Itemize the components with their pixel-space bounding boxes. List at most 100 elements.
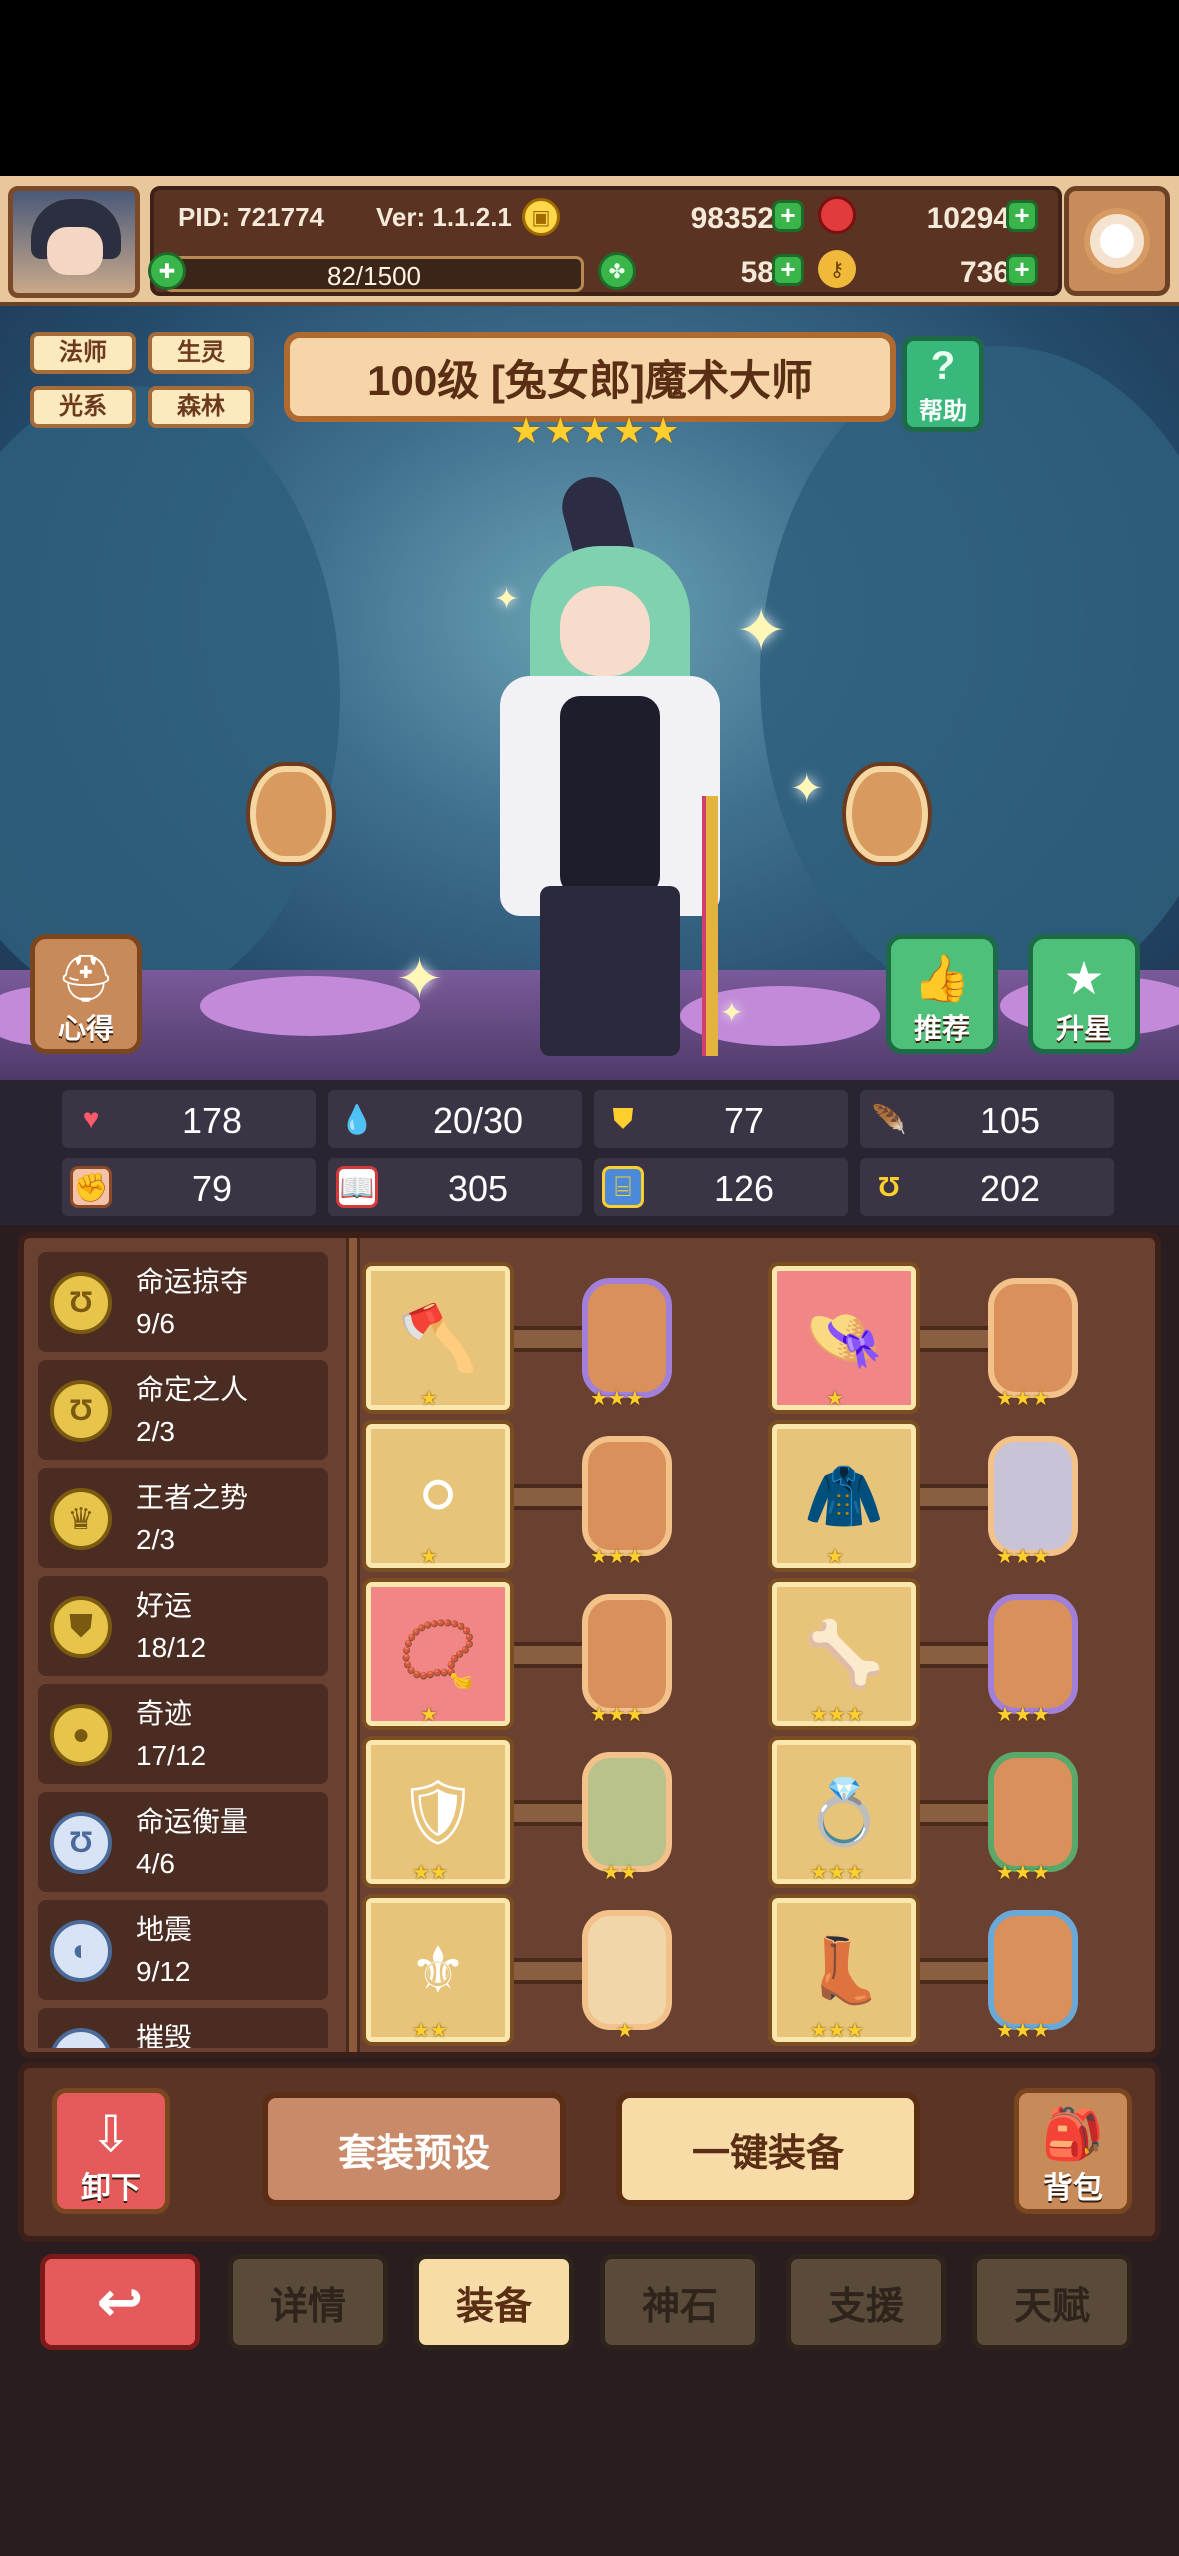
equip-slot-hat[interactable]: 👒 [772,1266,916,1410]
equip-slot-weapon[interactable]: 🪓 [366,1266,510,1410]
hero-character-sprite [470,470,750,1056]
slot-connector [920,1800,990,1826]
exp-text: 82/1500 [327,261,421,291]
help-button[interactable]: ? 帮助 [902,336,984,432]
set-item[interactable]: ♛ 王者之势 2/3 [38,1468,328,1568]
gold-amount: 98352 [690,202,774,235]
tab-equipment[interactable]: 装备 [414,2254,574,2350]
equip-slot-offhand[interactable]: ⚪ [366,1424,510,1568]
set-item[interactable]: Ʊ 命运衡量 4/6 [38,1792,328,1892]
key-icon: ⚷ [818,250,856,288]
star-icon: ★ [612,410,646,451]
set-item[interactable]: ● 奇迹 17/12 [38,1684,328,1784]
helmet-icon: ⛑ [56,952,116,1004]
bracer-icon: 🦴 [804,1617,884,1690]
set-name: 命定之人 [136,1374,249,1405]
tab-talent[interactable]: 天赋 [972,2254,1132,2350]
set-item[interactable]: ◆ 摧毁 [38,2008,328,2048]
stat-value: 77 [723,1100,765,1141]
set-item[interactable]: ◐ 地震 9/12 [38,1900,328,2000]
set-name: 摧毁 [136,2022,193,2048]
gem-slot[interactable] [988,1278,1078,1398]
add-clover-button[interactable]: + [772,254,804,286]
back-button[interactable]: ↩ [40,2254,200,2350]
boots-icon: 👢 [804,1933,884,2006]
add-gold-button[interactable]: + [772,200,804,232]
set-name: 好运 [136,1590,193,1621]
notes-button[interactable]: ⛑ 心得 [30,934,142,1054]
tab-details[interactable]: 详情 [228,2254,388,2350]
stat-value: 79 [191,1168,233,1209]
set-item[interactable]: ⛊ 好运 18/12 [38,1576,328,1676]
player-avatar[interactable] [8,186,140,298]
item-stars: ★ [420,1546,438,1568]
gem-slot[interactable] [988,1436,1078,1556]
gem-stars: ★★★ [996,1862,1050,1884]
add-ruby-button[interactable]: + [1006,200,1038,232]
right-rune-slot[interactable] [846,766,928,862]
recommend-button[interactable]: 👍 推荐 [886,934,998,1054]
gem-slot[interactable] [988,1910,1078,2030]
bag-label: 背包 [1043,2172,1103,2205]
item-stars: ★ [420,1388,438,1410]
tab-support[interactable]: 支援 [786,2254,946,2350]
star-up-button[interactable]: ★ 升星 [1028,934,1140,1054]
item-stars: ★★★ [810,1704,864,1726]
silver-medal-icon: Ʊ [50,1812,112,1874]
return-arrow-icon: ↩ [96,2270,144,2333]
star-icon: ★ [578,410,611,451]
gem-slot[interactable] [582,1436,672,1556]
gold-coin-icon: ▣ [522,198,560,236]
star-icon: ★ [1063,952,1105,1004]
book-icon: 📖 [336,1166,378,1208]
gem-slot[interactable] [582,1278,672,1398]
exp-bar: 82/1500 [164,256,584,292]
gem-stars: ★★★ [996,2020,1050,2042]
set-bonus-list[interactable]: Ʊ 命运掠夺 9/6 Ʊ 命定之人 2/3 ♛ 王者之势 2/3 ⛊ 好运 18… [38,1252,338,2048]
stat-value: 305 [447,1168,509,1209]
gem-slot[interactable] [582,1594,672,1714]
item-stars: ★★★ [810,2020,864,2042]
stat-mana: 💧 20/30 [328,1090,582,1148]
add-key-button[interactable]: + [1006,254,1038,286]
element-tag: 光系 [30,386,136,428]
help-label: 帮助 [919,398,967,425]
left-rune-slot[interactable] [250,766,332,862]
character-scene: 法师 生灵 光系 森林 100级 [兔女郎]魔术大师 ★ ★ ★ ★ ★ ? 帮助 ✦ … [0,306,1179,1080]
settings-button[interactable] [1064,186,1170,296]
ruby-amount: 10294 [926,202,1010,235]
cloak-icon: 🧥 [804,1459,884,1532]
gem-stars: ★★★ [590,1388,644,1410]
equip-slot-cloak[interactable]: 🧥 [772,1424,916,1568]
ruby-icon [818,196,856,234]
sparkle-icon: ✦ [396,947,443,1010]
set-count: 17/12 [136,1740,207,1771]
hero-staff [702,796,718,1056]
set-item[interactable]: Ʊ 命运掠夺 9/6 [38,1252,328,1352]
set-preset-button[interactable]: 套装预设 [262,2092,566,2206]
clover-amount: 58 [740,256,774,289]
set-item[interactable]: Ʊ 命定之人 2/3 [38,1360,328,1460]
equip-slot-necklace[interactable]: 📿 [366,1582,510,1726]
equip-all-button[interactable]: 一键装备 [616,2092,920,2206]
set-name: 奇迹 [136,1698,193,1729]
flower-bush [200,976,420,1036]
hero-title-plate: 100级 [兔女郎]魔术大师 [284,332,896,422]
gem-stars: ★★★ [996,1704,1050,1726]
thumbs-up-icon: 👍 [913,952,971,1004]
bag-button[interactable]: 🎒 背包 [1014,2088,1132,2214]
belt-icon: ⚜ [409,1933,467,2006]
gem-slot[interactable] [582,1752,672,1872]
tab-divine-stone[interactable]: 神石 [600,2254,760,2350]
player-info-panel: PID: 721774 Ver: 1.1.2.1 ▣ 98352 + 10294… [148,186,1062,296]
gem-slot[interactable] [988,1594,1078,1714]
gem-slot[interactable] [988,1752,1078,1872]
set-name: 王者之势 [136,1482,249,1513]
unequip-button[interactable]: ⇩ 卸下 [52,2088,170,2214]
gem-slot[interactable] [582,1910,672,2030]
crown-medal-icon: ♛ [50,1488,112,1550]
gem-stars: ★★★ [590,1546,644,1568]
status-bar-area [0,0,1179,176]
player-id: PID: 721774 [178,202,324,232]
item-stars: ★★ [412,2020,448,2042]
